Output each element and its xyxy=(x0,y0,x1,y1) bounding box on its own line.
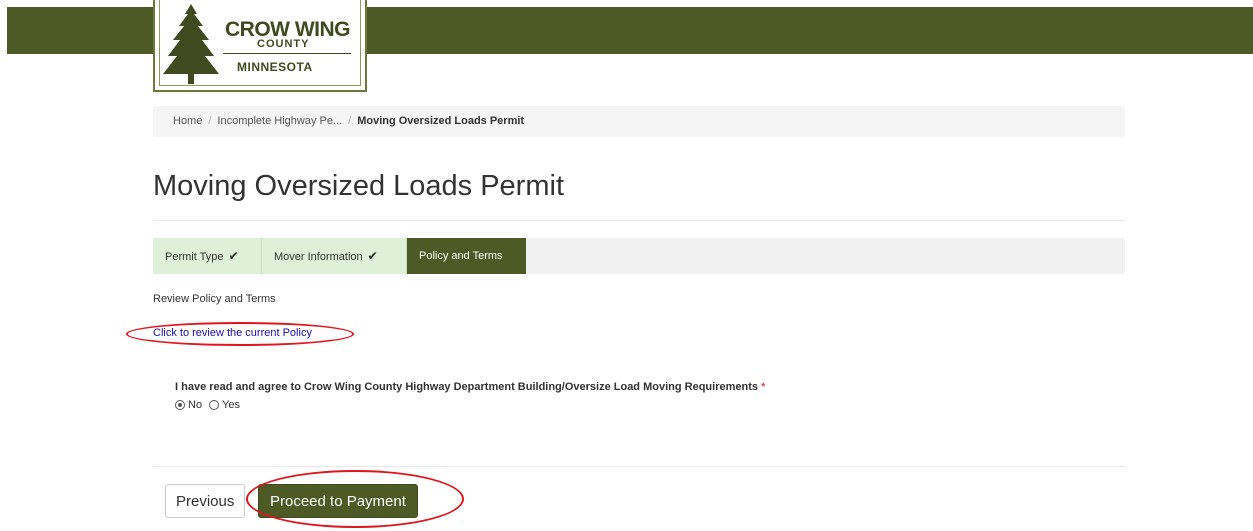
check-icon: ✔ xyxy=(228,249,239,263)
breadcrumb: Home / Incomplete Highway Pe... / Moving Ove… xyxy=(153,106,1125,137)
radio-no[interactable] xyxy=(175,400,185,410)
agreement-radio-group: No Yes xyxy=(175,399,247,411)
annotation-ellipse-payment-button xyxy=(246,470,464,528)
radio-no-label[interactable]: No xyxy=(188,399,202,411)
logo-text-minnesota: MINNESOTA xyxy=(237,60,313,74)
pine-tree-icon xyxy=(163,4,219,84)
tab-mover-information[interactable]: Mover Information ✔ xyxy=(262,238,407,274)
logo-text-county: COUNTY xyxy=(257,38,310,50)
agreement-question-text: I have read and agree to Crow Wing Count… xyxy=(175,381,758,393)
section-label: Review Policy and Terms xyxy=(153,293,276,305)
radio-yes-label[interactable]: Yes xyxy=(222,399,240,411)
step-label: Policy and Terms xyxy=(419,250,503,262)
wizard-steps: Permit Type ✔ Mover Information ✔ Policy a… xyxy=(153,238,1125,274)
step-label: Mover Information xyxy=(274,251,363,263)
step-label: Permit Type xyxy=(165,251,224,263)
page-title: Moving Oversized Loads Permit xyxy=(153,170,564,202)
tab-policy-and-terms[interactable]: Policy and Terms xyxy=(407,238,526,274)
radio-yes[interactable] xyxy=(209,400,220,410)
logo-divider xyxy=(223,53,351,54)
required-marker: * xyxy=(761,381,766,393)
breadcrumb-incomplete-permits[interactable]: Incomplete Highway Pe... xyxy=(217,115,342,127)
title-divider xyxy=(153,220,1125,221)
county-logo[interactable]: CROW WING COUNTY MINNESOTA xyxy=(153,0,367,92)
agreement-question: I have read and agree to Crow Wing Count… xyxy=(175,381,765,393)
previous-button[interactable]: Previous xyxy=(165,484,246,518)
breadcrumb-current: Moving Oversized Loads Permit xyxy=(357,115,525,127)
tab-permit-type[interactable]: Permit Type ✔ xyxy=(153,238,262,274)
check-icon: ✔ xyxy=(367,249,378,263)
breadcrumb-home[interactable]: Home xyxy=(173,115,202,127)
breadcrumb-separator: / xyxy=(348,115,352,127)
footer-divider xyxy=(153,466,1125,467)
breadcrumb-separator: / xyxy=(208,115,212,127)
annotation-ellipse-policy-link xyxy=(126,322,354,346)
